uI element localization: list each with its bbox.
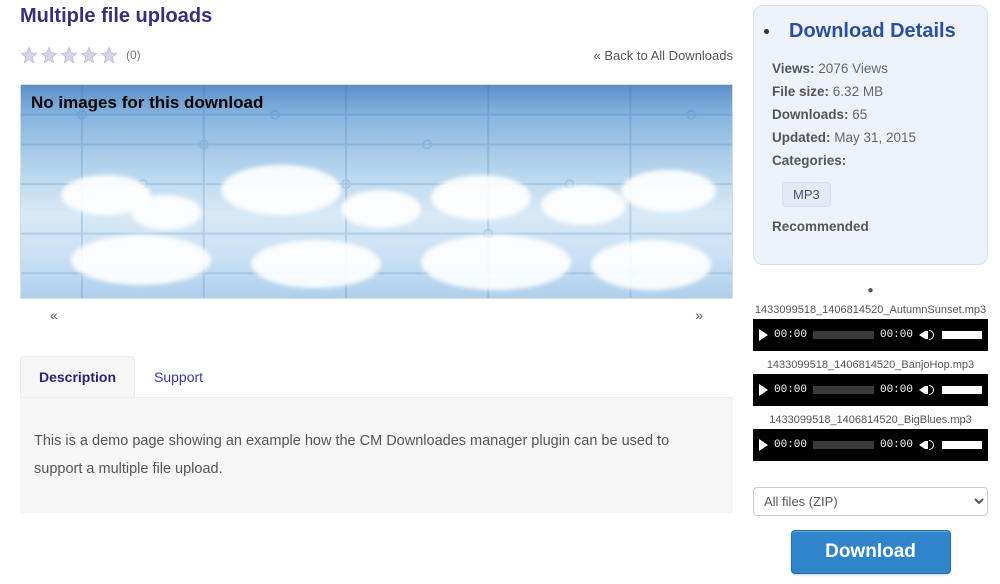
- volume-bar[interactable]: [942, 331, 982, 339]
- seek-bar[interactable]: [813, 441, 874, 449]
- audio-filename: 1433099518_1406814520_BigBlues.mp3: [753, 414, 988, 426]
- play-icon[interactable]: [759, 384, 768, 396]
- recommended-row: Recommended: [772, 219, 969, 234]
- play-icon[interactable]: [759, 329, 768, 341]
- audio-player: 00:00 00:00: [753, 429, 988, 461]
- audio-filename: 1433099518_1406814520_AutumnSunset.mp3: [753, 304, 988, 316]
- play-icon[interactable]: [759, 439, 768, 451]
- current-time: 00:00: [774, 384, 807, 396]
- tab-body-description: This is a demo page showing an example h…: [20, 398, 733, 513]
- duration: 00:00: [880, 329, 913, 341]
- gallery-image: No images for this download: [20, 84, 733, 299]
- star-icon[interactable]: [20, 46, 38, 64]
- download-details-panel: Download Details Views: 2076 Views File …: [753, 5, 988, 265]
- gallery-prev[interactable]: «: [50, 307, 58, 323]
- volume-bar[interactable]: [942, 386, 982, 394]
- tab-description[interactable]: Description: [20, 356, 135, 397]
- separator-dot: ●: [753, 285, 988, 296]
- rating-count: (0): [126, 48, 141, 62]
- volume-icon[interactable]: [919, 385, 934, 395]
- duration: 00:00: [880, 439, 913, 451]
- star-rating[interactable]: (0): [20, 46, 141, 64]
- duration: 00:00: [880, 384, 913, 396]
- gallery-next[interactable]: »: [695, 307, 703, 323]
- star-icon[interactable]: [80, 46, 98, 64]
- details-heading: Download Details: [789, 20, 956, 43]
- seek-bar[interactable]: [813, 386, 874, 394]
- file-select[interactable]: All files (ZIP): [753, 487, 988, 516]
- category-badge[interactable]: MP3: [782, 182, 831, 207]
- filesize-row: File size: 6.32 MB: [772, 84, 969, 99]
- star-icon[interactable]: [40, 46, 58, 64]
- categories-row: Categories:: [772, 153, 969, 168]
- views-row: Views: 2076 Views: [772, 61, 969, 76]
- tab-support[interactable]: Support: [135, 356, 222, 397]
- page-title: Multiple file uploads: [20, 5, 733, 28]
- downloads-row: Downloads: 65: [772, 107, 969, 122]
- volume-icon[interactable]: [919, 330, 934, 340]
- download-button[interactable]: Download: [791, 530, 951, 574]
- back-link[interactable]: « Back to All Downloads: [594, 48, 733, 63]
- volume-icon[interactable]: [919, 440, 934, 450]
- current-time: 00:00: [774, 329, 807, 341]
- audio-player: 00:00 00:00: [753, 374, 988, 406]
- volume-bar[interactable]: [942, 441, 982, 449]
- star-icon[interactable]: [60, 46, 78, 64]
- current-time: 00:00: [774, 439, 807, 451]
- star-icon[interactable]: [100, 46, 118, 64]
- seek-bar[interactable]: [813, 331, 874, 339]
- no-images-label: No images for this download: [31, 93, 263, 113]
- audio-filename: 1433099518_1406814520_BanjoHop.mp3: [753, 359, 988, 371]
- bullet-icon: [764, 29, 769, 34]
- audio-player: 00:00 00:00: [753, 319, 988, 351]
- updated-row: Updated: May 31, 2015: [772, 130, 969, 145]
